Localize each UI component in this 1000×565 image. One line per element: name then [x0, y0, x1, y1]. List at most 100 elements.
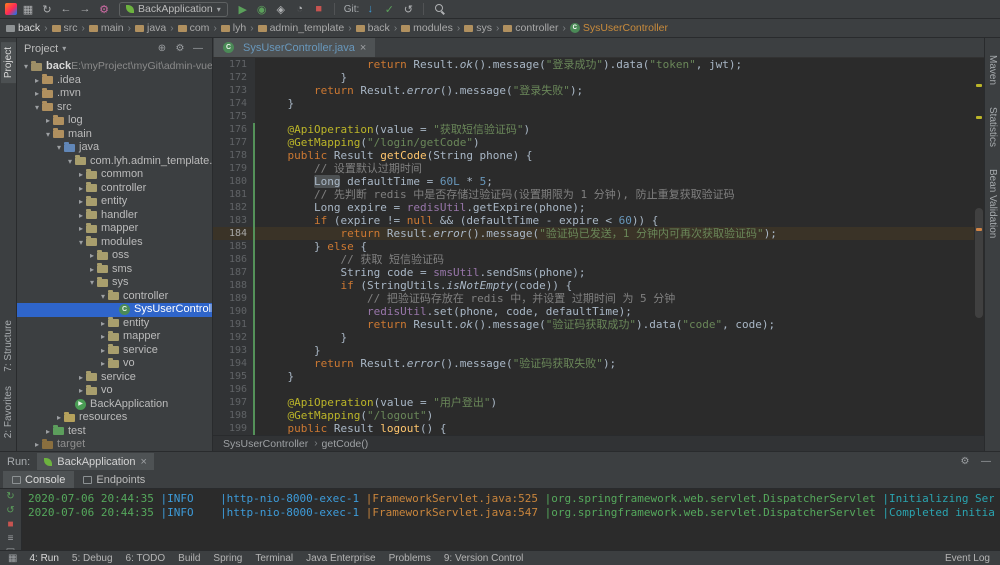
- scrollbar-thumb[interactable]: [975, 208, 983, 318]
- breadcrumb-item-back[interactable]: back: [355, 22, 390, 34]
- tree-item-entity[interactable]: ▸ entity: [17, 195, 212, 209]
- console-output[interactable]: 2020-07-06 20:44:35 |INFO |http-nio-8000…: [22, 489, 1000, 550]
- git-rollback-icon[interactable]: ↺: [400, 3, 416, 16]
- expand-arrow-icon[interactable]: ▸: [98, 344, 108, 358]
- expand-arrow-icon[interactable]: ▾: [76, 236, 86, 250]
- code-line-191[interactable]: 191 return Result.ok().message("验证码获取成功"…: [213, 318, 974, 331]
- project-panel-title[interactable]: Project: [24, 43, 58, 55]
- tool-button-2-favorites[interactable]: 2: Favorites: [1, 381, 16, 443]
- breadcrumb-item-admin-template[interactable]: admin_template: [257, 22, 344, 34]
- statusbar-6-todo[interactable]: 6: TODO: [126, 553, 166, 564]
- expand-arrow-icon[interactable]: ▸: [76, 384, 86, 398]
- profiler-button[interactable]: ◔: [292, 3, 308, 15]
- expand-arrow-icon[interactable]: ▸: [76, 168, 86, 182]
- tree-item-modules[interactable]: ▾ modules: [17, 236, 212, 250]
- breadcrumb-item-main[interactable]: main: [88, 22, 124, 34]
- chevron-down-icon[interactable]: ▾: [62, 44, 66, 53]
- expand-arrow-icon[interactable]: ▸: [32, 74, 42, 88]
- expand-arrow-icon[interactable]: ▸: [76, 222, 86, 236]
- tree-item-service[interactable]: ▸ service: [17, 344, 212, 358]
- git-commit-icon[interactable]: ✓: [381, 3, 397, 16]
- gear-icon[interactable]: ⚙: [173, 43, 187, 54]
- tree-item-service[interactable]: ▸ service: [17, 371, 212, 385]
- tool-button-statistics[interactable]: Statistics: [985, 102, 1000, 152]
- back-icon[interactable]: ←: [58, 3, 74, 15]
- tree-item-mapper[interactable]: ▸ mapper: [17, 330, 212, 344]
- code-line-197[interactable]: 197 @ApiOperation(value = "用户登出"): [213, 396, 974, 409]
- sync-icon[interactable]: ↻: [39, 3, 55, 16]
- tool-button-maven[interactable]: Maven: [985, 50, 1000, 90]
- code-line-195[interactable]: 195 }: [213, 370, 974, 383]
- breadcrumb-item-sys[interactable]: sys: [464, 22, 492, 34]
- expand-arrow-icon[interactable]: ▸: [98, 317, 108, 331]
- tree-item-sms[interactable]: ▸ sms: [17, 263, 212, 277]
- tree-item-main[interactable]: ▾ main: [17, 128, 212, 142]
- breadcrumb-item-controller[interactable]: controller: [503, 22, 558, 34]
- close-icon[interactable]: ×: [360, 42, 366, 54]
- close-icon[interactable]: ×: [141, 456, 147, 468]
- stop-button[interactable]: ■: [311, 3, 327, 15]
- expand-arrow-icon[interactable]: ▾: [87, 276, 97, 290]
- code-line-188[interactable]: 188 if (StringUtils.isNotEmpty(code)) {: [213, 279, 974, 292]
- expand-arrow-icon[interactable]: ▸: [76, 371, 86, 385]
- search-everywhere-icon[interactable]: [431, 3, 447, 15]
- code-line-179[interactable]: 179 // 设置默认过期时间: [213, 162, 974, 175]
- gear-icon[interactable]: ⚙: [958, 456, 972, 467]
- event-log-button[interactable]: Event Log: [945, 553, 992, 564]
- settings-icon[interactable]: ⚙: [96, 3, 112, 16]
- debug-button[interactable]: ◉: [254, 3, 270, 16]
- run-tab-backapplication[interactable]: BackApplication ×: [37, 453, 154, 470]
- tree-item-back[interactable]: ▾ back E:\myProject\myGit\admin-vue-tem: [17, 60, 212, 74]
- expand-arrow-icon[interactable]: ▾: [32, 101, 42, 115]
- tree-item-handler[interactable]: ▸ handler: [17, 209, 212, 223]
- tab-console[interactable]: Console: [3, 471, 75, 488]
- code-line-174[interactable]: 174 }: [213, 97, 974, 110]
- tree-item-controller[interactable]: ▸ controller: [17, 182, 212, 196]
- tree-item-oss[interactable]: ▸ oss: [17, 249, 212, 263]
- expand-arrow-icon[interactable]: ▸: [32, 87, 42, 101]
- code-line-194[interactable]: 194 return Result.error().message("验证码获取…: [213, 357, 974, 370]
- code-line-172[interactable]: 172 }: [213, 71, 974, 84]
- editor-breadcrumb-sysusercontroller[interactable]: SysUserController: [223, 438, 308, 450]
- locate-file-icon[interactable]: ⊕: [155, 43, 169, 54]
- code-line-177[interactable]: 177 @GetMapping("/login/getCode"): [213, 136, 974, 149]
- hide-panel-icon[interactable]: —: [979, 456, 993, 467]
- editor-tab-sysusercontroller[interactable]: C SysUserController.java ×: [214, 38, 376, 57]
- breadcrumb-item-modules[interactable]: modules: [401, 22, 453, 34]
- tree-item-controller[interactable]: ▾ controller: [17, 290, 212, 304]
- tree-item-log[interactable]: ▸ log: [17, 114, 212, 128]
- expand-arrow-icon[interactable]: ▸: [76, 182, 86, 196]
- code-line-186[interactable]: 186 // 获取 短信验证码: [213, 253, 974, 266]
- tool-button-7-structure[interactable]: 7: Structure: [1, 315, 16, 377]
- expand-arrow-icon[interactable]: ▸: [32, 438, 42, 451]
- code-line-173[interactable]: 173 return Result.error().message("登录失败"…: [213, 84, 974, 97]
- expand-arrow-icon[interactable]: ▸: [54, 411, 64, 425]
- rerun-button[interactable]: ↻: [3, 491, 19, 503]
- tree-item-test[interactable]: ▸ test: [17, 425, 212, 439]
- tree-item-vo[interactable]: ▸ vo: [17, 357, 212, 371]
- hide-panel-icon[interactable]: —: [191, 43, 205, 54]
- code-line-181[interactable]: 181 // 先判断 redis 中是否存储过验证码(设置期限为 1 分钟), …: [213, 188, 974, 201]
- expand-arrow-icon[interactable]: ▾: [98, 290, 108, 304]
- code-line-183[interactable]: 183 if (expire != null && (defaultTime -…: [213, 214, 974, 227]
- expand-arrow-icon[interactable]: ▸: [43, 114, 53, 128]
- code-line-196[interactable]: 196: [213, 383, 974, 396]
- expand-arrow-icon[interactable]: ▾: [43, 128, 53, 142]
- tool-button-bean-validation[interactable]: Bean Validation: [985, 164, 1000, 243]
- editor-scrollbar[interactable]: [974, 58, 984, 435]
- statusbar-spring[interactable]: Spring: [213, 553, 242, 564]
- code-line-199[interactable]: 199 public Result logout() {: [213, 422, 974, 435]
- rerun-spring-button[interactable]: ↺: [3, 505, 19, 517]
- tree-item-vo[interactable]: ▸ vo: [17, 384, 212, 398]
- code-line-178[interactable]: 178 public Result getCode(String phone) …: [213, 149, 974, 162]
- coverage-button[interactable]: ◈: [273, 3, 289, 16]
- code-line-171[interactable]: 171 return Result.ok().message("登录成功").d…: [213, 58, 974, 71]
- tree-item-src[interactable]: ▾ src: [17, 101, 212, 115]
- code-line-176[interactable]: 176 @ApiOperation(value = "获取短信验证码"): [213, 123, 974, 136]
- stop-button[interactable]: ■: [3, 519, 19, 531]
- breadcrumb-item-lyh[interactable]: lyh: [220, 22, 246, 34]
- code-line-180[interactable]: 180 Long defaultTime = 60L * 5;: [213, 175, 974, 188]
- tree-item--idea[interactable]: ▸ .idea: [17, 74, 212, 88]
- tree-item--mvn[interactable]: ▸ .mvn: [17, 87, 212, 101]
- statusbar-5-debug[interactable]: 5: Debug: [72, 553, 113, 564]
